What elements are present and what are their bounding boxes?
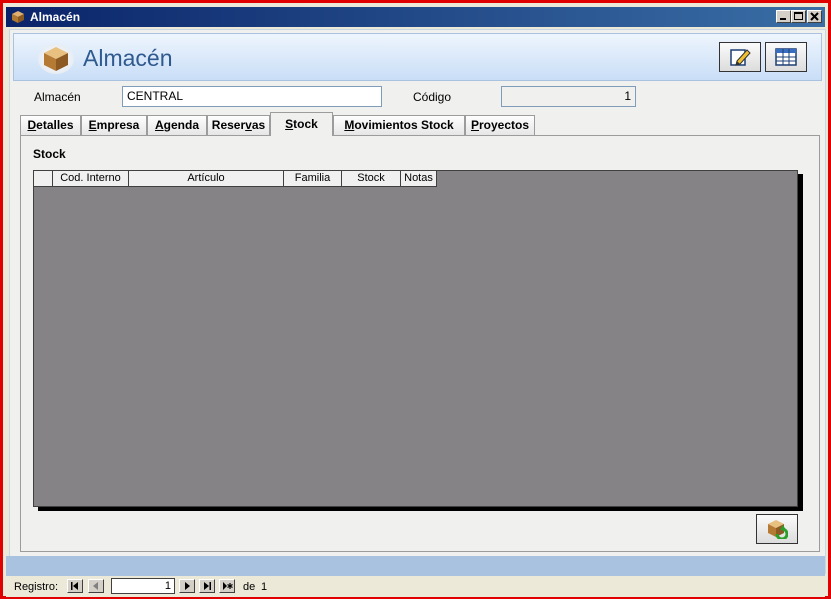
previous-record-icon xyxy=(93,582,98,590)
first-record-icon xyxy=(71,582,78,590)
box-icon xyxy=(12,11,24,23)
minimize-button[interactable] xyxy=(776,10,791,23)
form-footer-band xyxy=(6,556,825,576)
section-title: Stock xyxy=(33,147,66,161)
navigator-of-label: de xyxy=(243,581,256,593)
navigator-label: Registro: xyxy=(14,581,59,593)
table-icon xyxy=(775,48,797,66)
tab-strip: Detalles Empresa Agenda Reservas Stock Movimi… xyxy=(20,112,820,136)
close-icon xyxy=(810,12,819,21)
tab-label: Stock xyxy=(285,117,318,131)
tab-panel-stock: Stock Cod. Interno Artículo Familia Stock No… xyxy=(20,135,820,552)
next-record-button[interactable] xyxy=(179,579,195,593)
column-header[interactable]: Notas xyxy=(401,171,437,187)
almacen-label: Almacén xyxy=(34,90,81,104)
new-record-button[interactable] xyxy=(219,579,235,593)
column-header[interactable]: Artículo xyxy=(129,171,284,187)
header-logo xyxy=(38,44,74,74)
maximize-button[interactable] xyxy=(791,10,806,23)
form-body: Almacén Almacén CENTRAL Código 1 Detalle… xyxy=(9,29,826,574)
page-title: Almacén xyxy=(83,45,173,71)
column-header[interactable]: Stock xyxy=(342,171,401,187)
last-record-button[interactable] xyxy=(199,579,215,593)
record-total: 1 xyxy=(261,581,268,593)
tab-proyectos[interactable]: Proyectos xyxy=(465,115,535,135)
stock-grid[interactable]: Cod. Interno Artículo Familia Stock Notas xyxy=(33,170,798,507)
minimize-icon xyxy=(780,18,786,20)
tab-stock[interactable]: Stock xyxy=(270,112,333,136)
record-navigator: Registro: 1 de 1 xyxy=(6,577,825,597)
tab-label: Detalles xyxy=(27,118,74,132)
tab-detalles[interactable]: Detalles xyxy=(20,115,81,135)
previous-record-button[interactable] xyxy=(88,579,104,593)
new-record-icon xyxy=(223,582,233,590)
codigo-field[interactable]: 1 xyxy=(501,86,636,107)
edit-button[interactable] xyxy=(719,42,761,72)
tab-agenda[interactable]: Agenda xyxy=(147,115,207,135)
grid-header: Cod. Interno Artículo Familia Stock Notas xyxy=(34,171,437,187)
row-selector-header[interactable] xyxy=(34,171,53,187)
tab-reservas[interactable]: Reservas xyxy=(207,115,270,135)
first-record-button[interactable] xyxy=(67,579,83,593)
maximize-icon xyxy=(794,12,803,20)
list-view-button[interactable] xyxy=(765,42,807,72)
almacen-input[interactable]: CENTRAL xyxy=(122,86,382,107)
tab-label: Reservas xyxy=(211,118,266,132)
application-window: Almacén Almacén Almacén CENTRAL Código 1… xyxy=(0,0,831,599)
last-record-icon xyxy=(204,582,211,590)
form-header: Almacén xyxy=(13,33,822,81)
tab-empresa[interactable]: Empresa xyxy=(81,115,147,135)
title-bar[interactable]: Almacén xyxy=(6,7,825,27)
tab-label: Proyectos xyxy=(470,118,530,132)
codigo-label: Código xyxy=(413,90,452,104)
box-icon xyxy=(44,47,68,71)
column-header[interactable]: Cod. Interno xyxy=(53,171,129,187)
next-record-icon xyxy=(185,582,190,590)
tab-label: Empresa xyxy=(88,118,140,132)
pencil-icon xyxy=(730,49,751,66)
column-header[interactable]: Familia xyxy=(284,171,342,187)
tab-movimientos-stock[interactable]: Movimientos Stock xyxy=(333,115,465,135)
tab-label: Agenda xyxy=(154,118,199,132)
window-title: Almacén xyxy=(30,10,81,24)
record-number-input[interactable]: 1 xyxy=(111,578,175,594)
refresh-button[interactable] xyxy=(756,514,798,544)
close-button[interactable] xyxy=(807,10,822,23)
tab-label: Movimientos Stock xyxy=(344,118,454,132)
refresh-box-icon xyxy=(768,520,788,539)
